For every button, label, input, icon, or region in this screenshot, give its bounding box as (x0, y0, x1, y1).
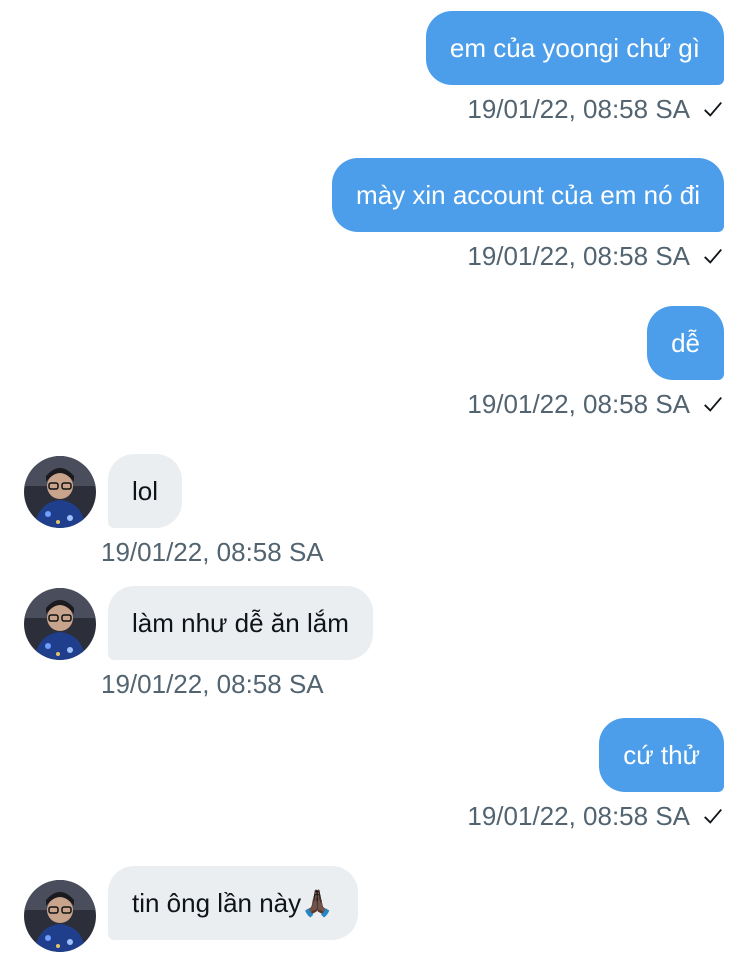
contact-avatar[interactable] (24, 588, 96, 660)
contact-avatar[interactable] (24, 880, 96, 952)
message-text: cứ thử (623, 739, 700, 770)
message-timestamp: 19/01/22, 08:58 SA (101, 668, 324, 699)
message-timestamp: 19/01/22, 08:58 SA (467, 240, 690, 271)
message-meta: 19/01/22, 08:58 SA (467, 93, 724, 125)
contact-avatar[interactable] (24, 456, 96, 528)
outgoing-message-bubble[interactable]: mày xin account của em nó đi (332, 158, 724, 232)
message-text: dễ (671, 327, 700, 358)
checkmark-icon (704, 248, 722, 264)
message-timestamp: 19/01/22, 08:58 SA (467, 93, 690, 124)
message-meta: 19/01/22, 08:58 SA (467, 388, 724, 420)
message-timestamp: 19/01/22, 08:58 SA (467, 800, 690, 831)
message-timestamp: 19/01/22, 08:58 SA (101, 536, 324, 567)
message-meta: 19/01/22, 08:58 SA (467, 800, 724, 832)
message-text: làm như dễ ăn lắm (132, 607, 349, 638)
checkmark-icon (704, 808, 722, 824)
message-meta: 19/01/22, 08:58 SA (101, 536, 324, 568)
avatar-icon (24, 456, 96, 528)
message-text: tin ông lần này🙏🏿 (132, 887, 334, 918)
incoming-message-bubble[interactable]: tin ông lần này🙏🏿 (108, 866, 358, 940)
incoming-message-bubble[interactable]: làm như dễ ăn lắm (108, 586, 373, 660)
outgoing-message-bubble[interactable]: dễ (647, 306, 724, 380)
message-meta: 19/01/22, 08:58 SA (101, 668, 324, 700)
message-text: em của yoongi chứ gì (449, 32, 700, 63)
incoming-message-bubble[interactable]: lol (108, 454, 183, 528)
message-text: lol (132, 475, 159, 506)
checkmark-icon (704, 101, 722, 117)
outgoing-message-bubble[interactable]: cứ thử (599, 718, 724, 792)
outgoing-message-bubble[interactable]: em của yoongi chứ gì (425, 11, 724, 85)
message-text: mày xin account của em nó đi (356, 179, 700, 210)
avatar-icon (24, 588, 96, 660)
avatar-icon (24, 880, 96, 952)
message-meta: 19/01/22, 08:58 SA (467, 240, 724, 272)
checkmark-icon (704, 396, 722, 412)
message-timestamp: 19/01/22, 08:58 SA (467, 388, 690, 419)
